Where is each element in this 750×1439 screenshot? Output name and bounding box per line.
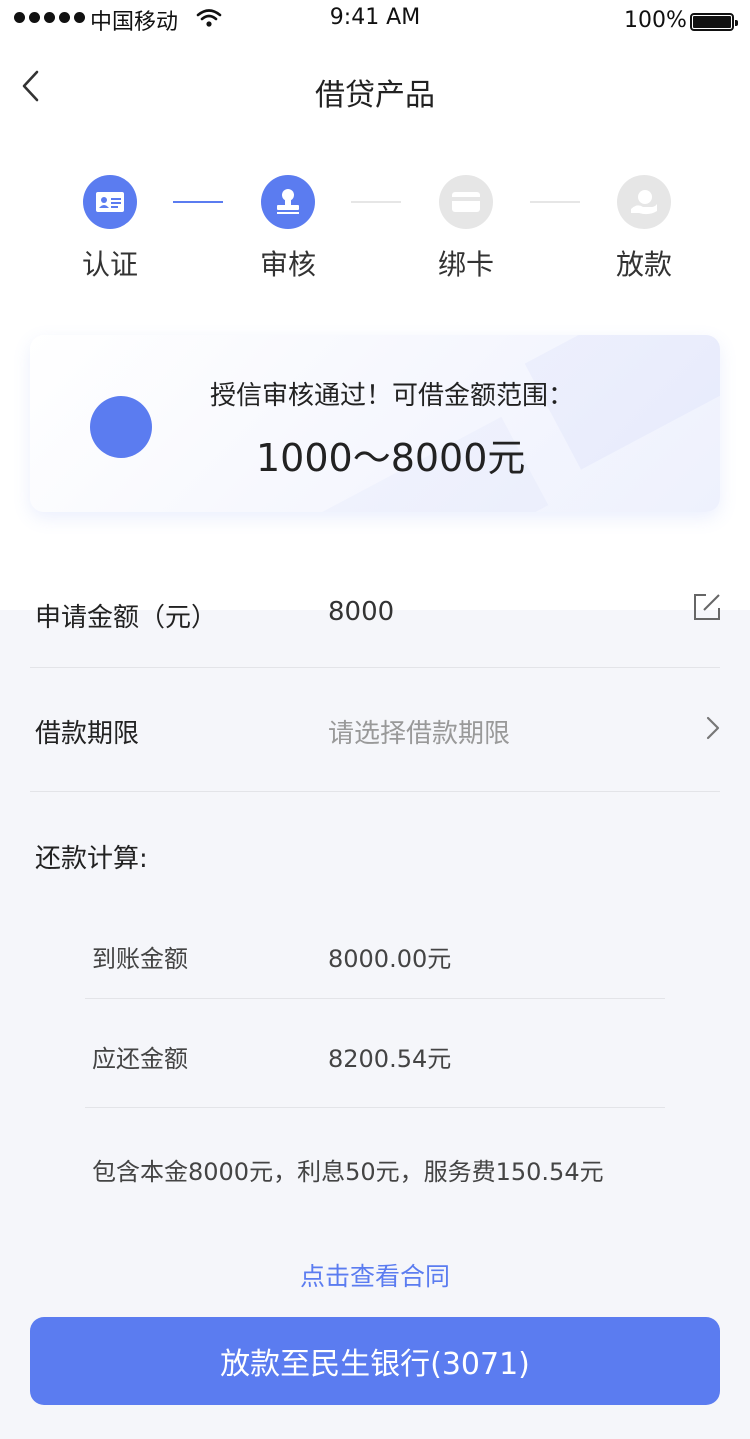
status-bar: 中国移动 9:41 AM 100% [0, 0, 750, 40]
due-amount-value: 8200.54元 [328, 1045, 452, 1073]
battery-percentage: 100% [624, 8, 687, 33]
step-connector [530, 201, 580, 203]
credit-range: 1000～8000元 [256, 436, 526, 480]
id-card-icon [83, 175, 137, 229]
step-label-verify: 认证 [81, 248, 138, 281]
credit-approval-card: 授信审核通过！可借金额范围： 1000～8000元 [30, 335, 720, 512]
step-connector [351, 201, 401, 203]
view-contract-link[interactable]: 点击查看合同 [0, 1257, 750, 1293]
step-label-bind-card: 绑卡 [437, 248, 494, 281]
due-amount-label: 应还金额 [92, 1045, 188, 1073]
hand-coin-icon [617, 175, 671, 229]
term-select[interactable]: 请选择借款期限 [328, 713, 510, 750]
divider [85, 1107, 665, 1108]
battery-icon [690, 13, 738, 31]
divider [30, 667, 720, 668]
repayment-title: 还款计算: [35, 844, 148, 874]
step-label-disburse: 放款 [615, 248, 672, 281]
disburse-button[interactable]: 放款至民生银行(3071) [30, 1317, 720, 1405]
stamp-icon [261, 175, 315, 229]
repayment-breakdown: 包含本金8000元，利息50元，服务费150.54元 [92, 1158, 604, 1186]
page-title: 借贷产品 [315, 78, 435, 113]
status-circle-icon [90, 396, 152, 458]
term-label: 借款期限 [35, 719, 140, 749]
divider [30, 791, 720, 792]
amount-label: 申请金额（元） [35, 603, 218, 633]
edit-icon[interactable] [692, 592, 722, 622]
step-label-review: 审核 [259, 248, 316, 281]
step-connector [173, 201, 223, 203]
received-amount-label: 到账金额 [92, 945, 188, 973]
divider [85, 998, 665, 999]
bank-card-icon [439, 175, 493, 229]
received-amount-value: 8000.00元 [328, 945, 452, 973]
chevron-right-icon [706, 716, 720, 740]
amount-input[interactable]: 8000 [328, 597, 394, 627]
approval-message: 授信审核通过！可借金额范围： [210, 381, 575, 411]
